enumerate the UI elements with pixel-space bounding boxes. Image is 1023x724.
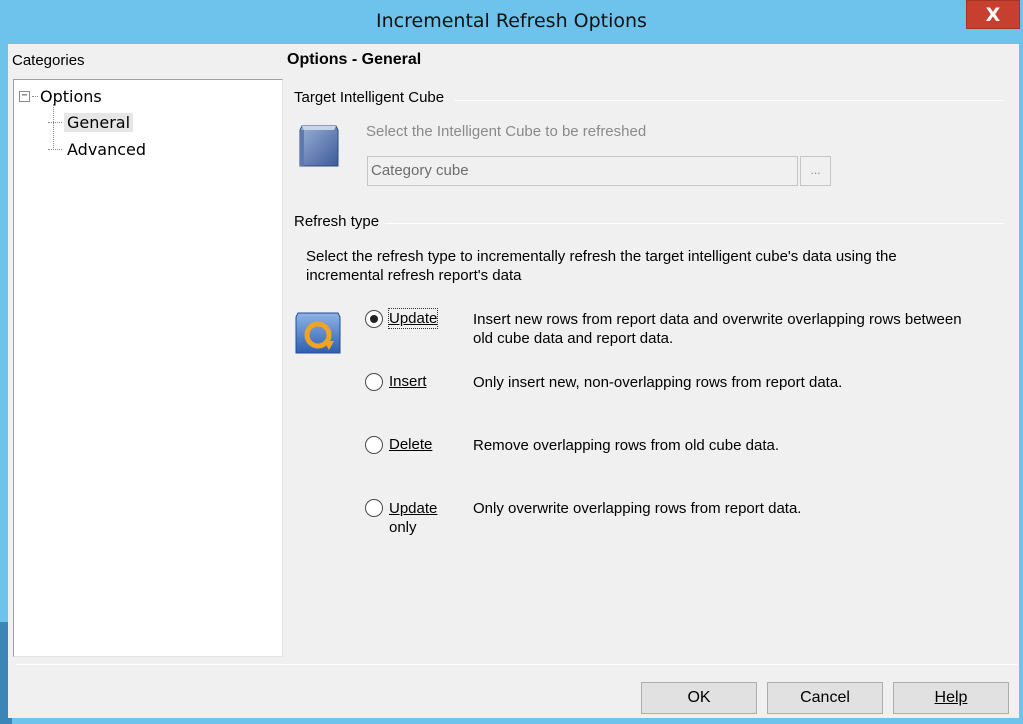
- refresh-group-label: Refresh type: [294, 213, 380, 230]
- collapse-icon[interactable]: −: [19, 91, 30, 102]
- footer-divider: [16, 664, 1018, 665]
- tree-connector: [32, 96, 38, 97]
- delete-description: Remove overlapping rows from old cube da…: [473, 437, 779, 454]
- categories-tree[interactable]: − Options General Advanced: [13, 79, 283, 657]
- update-only-label[interactable]: Update only: [389, 499, 437, 537]
- refresh-description-line1: Select the refresh type to incrementally…: [306, 248, 897, 265]
- dialog-body: Categories − Options General Advanced Op…: [8, 44, 1019, 718]
- insert-label[interactable]: Insert: [389, 372, 427, 391]
- tree-connector: [48, 122, 62, 123]
- update-only-label-line1: Update: [389, 500, 438, 517]
- delete-label[interactable]: Delete: [389, 435, 432, 454]
- refresh-icon: [295, 312, 341, 354]
- insert-label-text: Insert: [389, 373, 427, 390]
- update-radio[interactable]: [365, 310, 383, 328]
- title-bar: Incremental Refresh Options X: [0, 0, 1023, 44]
- tree-item-advanced-label: Advanced: [67, 140, 147, 159]
- update-description-line1: Insert new rows from report data and ove…: [473, 311, 962, 328]
- delete-label-text: Delete: [389, 436, 433, 453]
- tree-item-options-label: Options: [40, 87, 102, 106]
- delete-radio[interactable]: [365, 436, 383, 454]
- ok-button[interactable]: OK: [641, 682, 757, 714]
- update-label-text: Update: [389, 310, 438, 327]
- refresh-description: Select the refresh type to incrementally…: [306, 247, 966, 285]
- cube-icon: [299, 125, 339, 167]
- refresh-group-divider: [385, 223, 1004, 224]
- tree-connector: [48, 149, 62, 150]
- radio-selected-dot: [370, 315, 378, 323]
- window-title: Incremental Refresh Options: [376, 10, 647, 32]
- tree-item-general-label: General: [64, 113, 134, 132]
- cube-hint-text: Select the Intelligent Cube to be refres…: [366, 123, 647, 140]
- refresh-description-line2: incremental refresh report's data: [306, 267, 522, 284]
- close-button[interactable]: X: [966, 0, 1020, 29]
- categories-label: Categories: [12, 52, 85, 69]
- insert-radio[interactable]: [365, 373, 383, 391]
- target-group-divider: [454, 100, 1004, 101]
- browse-button[interactable]: ...: [800, 156, 831, 186]
- cancel-button[interactable]: Cancel: [767, 682, 883, 714]
- section-title: Options - General: [287, 51, 422, 68]
- target-group-label: Target Intelligent Cube: [294, 89, 445, 106]
- tree-item-options[interactable]: − Options: [19, 87, 102, 106]
- update-only-radio[interactable]: [365, 499, 383, 517]
- update-label[interactable]: Update: [387, 308, 439, 329]
- update-only-description: Only overwrite overlapping rows from rep…: [473, 500, 802, 517]
- help-button-label: Help: [934, 689, 968, 706]
- cube-name-field[interactable]: Category cube: [367, 156, 798, 186]
- help-button[interactable]: Help: [893, 682, 1009, 714]
- tree-item-general[interactable]: General: [48, 113, 134, 132]
- insert-description: Only insert new, non-overlapping rows fr…: [473, 374, 843, 391]
- update-only-label-line2: only: [389, 519, 417, 536]
- update-description: Insert new rows from report data and ove…: [473, 310, 1003, 348]
- tree-item-advanced[interactable]: Advanced: [48, 140, 149, 159]
- update-description-line2: old cube data and report data.: [473, 330, 674, 347]
